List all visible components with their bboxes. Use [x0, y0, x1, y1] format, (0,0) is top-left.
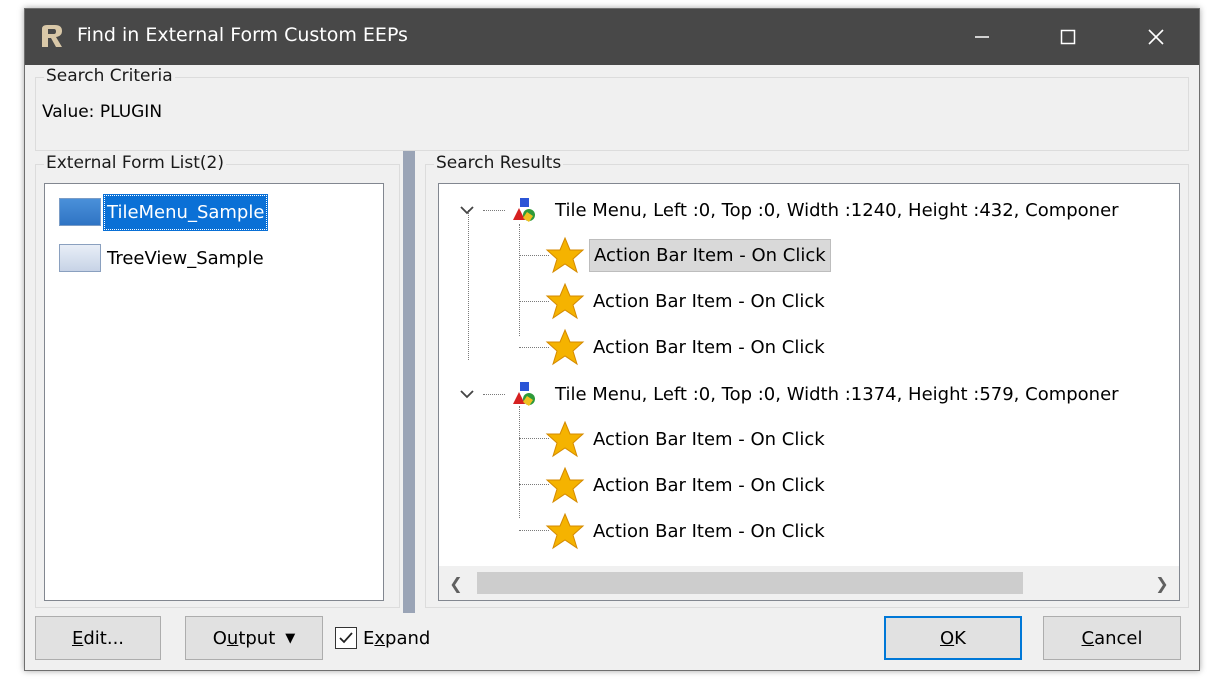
expand-label-mnemonic: x [374, 627, 386, 649]
tree-item-label: Action Bar Item - On Click [593, 474, 825, 496]
star-icon [545, 282, 585, 320]
search-criteria-label: Search Criteria [44, 66, 175, 86]
form-list-item-label: TileMenu_Sample [103, 193, 269, 231]
close-button[interactable] [1127, 9, 1185, 65]
star-icon [545, 466, 585, 504]
form-list-item-label: TreeView_Sample [107, 247, 264, 269]
ok-button-mnemonic: O [940, 627, 955, 649]
form-window-icon [59, 244, 101, 272]
star-icon [545, 236, 585, 274]
app-logo-icon [42, 25, 62, 47]
tree-node-label: Tile Menu, Left :0, Top :0, Width :1240,… [555, 199, 1119, 221]
scroll-right-icon[interactable]: ❯ [1147, 566, 1177, 600]
tree-item-action-bar[interactable]: Action Bar Item - On Click [545, 282, 829, 320]
star-icon [545, 328, 585, 366]
component-shapes-icon [513, 382, 535, 406]
form-list-item-treeview[interactable]: TreeView_Sample [59, 236, 268, 280]
scrollbar-thumb[interactable] [477, 572, 1023, 594]
chevron-down-icon[interactable] [457, 384, 477, 404]
edit-button-mnemonic: E [71, 627, 84, 649]
horizontal-scrollbar[interactable]: ❮ ❯ [439, 566, 1179, 600]
output-button-label-end: tput [238, 627, 276, 649]
cancel-button-mnemonic: C [1081, 627, 1095, 649]
tree-item-action-bar[interactable]: Action Bar Item - On Click [545, 512, 829, 550]
panel-splitter[interactable] [403, 151, 415, 613]
maximize-button[interactable] [1039, 9, 1097, 65]
checkmark-icon [339, 632, 353, 644]
tree-node-tile-menu-1[interactable]: Tile Menu, Left :0, Top :0, Width :1240,… [457, 191, 1123, 229]
chevron-down-icon[interactable] [457, 200, 477, 220]
search-results-label: Search Results [434, 153, 564, 173]
tree-item-label: Action Bar Item - On Click [593, 428, 825, 450]
ok-button[interactable]: OK [884, 616, 1022, 660]
search-results-tree[interactable]: Tile Menu, Left :0, Top :0, Width :1240,… [438, 183, 1180, 601]
tree-node-tile-menu-2[interactable]: Tile Menu, Left :0, Top :0, Width :1374,… [457, 375, 1123, 413]
title-bar[interactable]: Find in External Form Custom EEPs [25, 9, 1199, 65]
find-dialog-window: Find in External Form Custom EEPs Search… [24, 8, 1200, 671]
star-icon [545, 420, 585, 458]
form-window-icon [59, 198, 101, 226]
output-button-mnemonic: u [226, 627, 239, 649]
scroll-left-icon[interactable]: ❮ [441, 566, 471, 600]
tree-connector-line [468, 210, 469, 360]
tree-item-action-bar[interactable]: Action Bar Item - On Click [545, 328, 829, 366]
minimize-button[interactable] [953, 9, 1011, 65]
star-icon [545, 512, 585, 550]
tree-node-label: Tile Menu, Left :0, Top :0, Width :1374,… [555, 383, 1119, 405]
tree-item-action-bar[interactable]: Action Bar Item - On Click [545, 420, 829, 458]
component-shapes-icon [513, 198, 535, 222]
search-value-text: Value: PLUGIN [42, 102, 163, 122]
minimize-icon [975, 36, 989, 38]
external-form-list-group: External Form List(2) TileMenu_Sample Tr… [35, 153, 400, 608]
expand-label-end: pand [385, 627, 431, 649]
tree-item-action-bar[interactable]: Action Bar Item - On Click [545, 236, 831, 274]
edit-button[interactable]: Edit... [35, 616, 161, 660]
search-criteria-group: Search Criteria Value: PLUGIN [35, 66, 1189, 151]
tree-item-label: Action Bar Item - On Click [593, 336, 825, 358]
tree-item-action-bar[interactable]: Action Bar Item - On Click [545, 466, 829, 504]
external-form-listbox[interactable]: TileMenu_Sample TreeView_Sample [44, 183, 384, 601]
tree-item-label: Action Bar Item - On Click [593, 520, 825, 542]
cancel-button-label: ancel [1094, 627, 1143, 649]
tree-item-label: Action Bar Item - On Click [589, 238, 831, 272]
tree-connector-line [519, 224, 520, 336]
cancel-button[interactable]: Cancel [1043, 616, 1181, 660]
search-results-group: Search Results Tile Menu, Left:0, Top:… [425, 153, 1189, 608]
close-icon [1148, 29, 1164, 45]
maximize-icon [1060, 29, 1076, 45]
edit-button-label: dit... [83, 627, 125, 649]
window-title: Find in External Form Custom EEPs [77, 24, 408, 46]
ok-button-label: K [954, 627, 966, 649]
tree-item-label: Action Bar Item - On Click [593, 290, 825, 312]
expand-checkbox-box[interactable] [335, 627, 357, 649]
output-dropdown-button[interactable]: Ou tput ▼ [185, 616, 323, 660]
expand-label-start: E [363, 627, 375, 649]
tree-connector-line [519, 406, 520, 518]
output-button-label-start: O [212, 627, 227, 649]
external-form-list-label: External Form List(2) [44, 153, 226, 173]
form-list-item-tilemenu[interactable]: TileMenu_Sample [59, 190, 269, 234]
expand-checkbox[interactable]: Ex pand [335, 623, 430, 653]
dropdown-arrow-icon: ▼ [285, 630, 296, 646]
